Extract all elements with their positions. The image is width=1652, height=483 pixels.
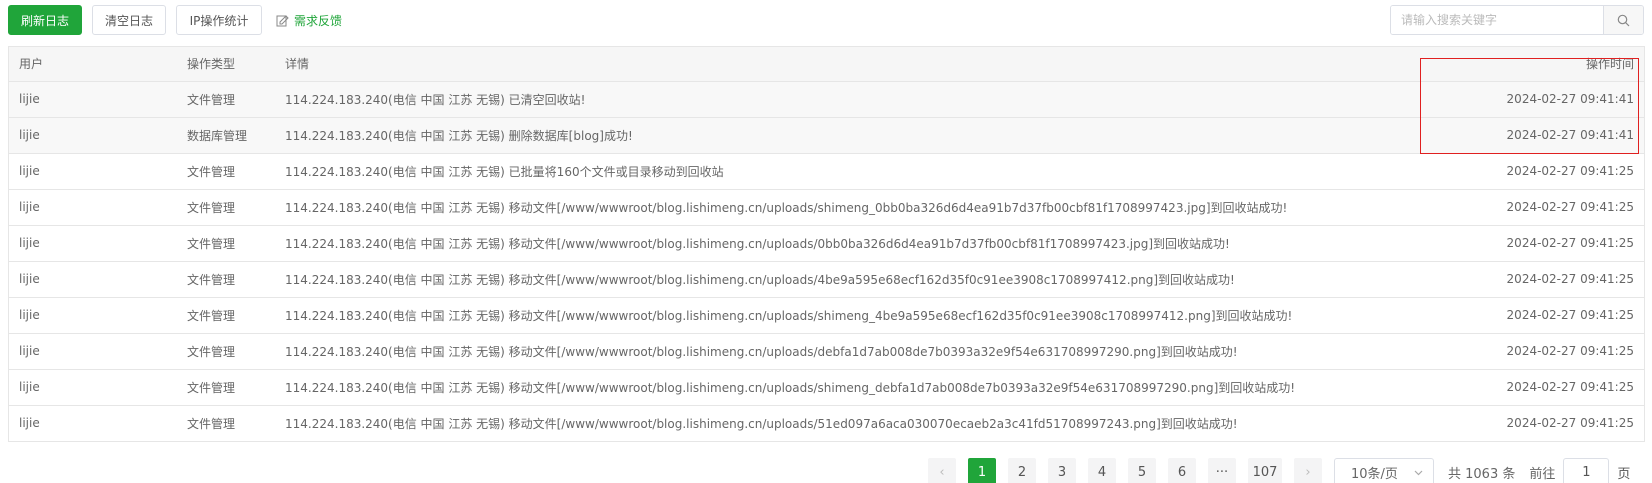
prev-page-button[interactable]: ‹ — [928, 458, 956, 483]
chevron-down-icon — [1414, 470, 1423, 475]
table-header-row: 用户 操作类型 详情 操作时间 — [9, 47, 1644, 82]
cell-type: 文件管理 — [187, 333, 285, 370]
cell-user: lijie — [9, 297, 187, 334]
cell-user: lijie — [9, 153, 187, 190]
cell-user: lijie — [9, 117, 187, 154]
search-icon — [1617, 14, 1630, 26]
cell-user: lijie — [19, 416, 40, 431]
cell-type: 文件管理 — [187, 81, 285, 118]
cell-time: 2024-02-27 09:41:41 — [1444, 81, 1644, 118]
goto-page-input[interactable] — [1563, 458, 1610, 483]
page-button-4[interactable]: 4 — [1088, 458, 1116, 483]
cell-type: 文件管理 — [187, 297, 285, 334]
page-button-2[interactable]: 2 — [1008, 458, 1036, 483]
cell-time: 2024-02-27 09:41:41 — [1444, 117, 1644, 154]
header-type: 操作类型 — [187, 47, 285, 82]
pagination: ‹ 1 2 3 4 5 6 ··· 107 › 10条/页 共 1063 条 前… — [928, 458, 1630, 483]
cell-detail: 114.224.183.240(电信 中国 江苏 无锡) 移动文件[/www/w… — [285, 189, 1444, 226]
cell-type: 文件管理 — [187, 189, 285, 226]
header-detail: 详情 — [285, 47, 1444, 82]
header-user: 用户 — [9, 47, 187, 82]
table-row: lijie 数据库管理 114.224.183.240(电信 中国 江苏 无锡) 删… — [9, 117, 1644, 154]
cell-time: 2024-02-27 09:41:25 — [1506, 416, 1634, 431]
log-table: 用户 操作类型 详情 操作时间 lijie 文件管理 114.224.183.240… — [8, 46, 1645, 442]
cell-detail: 114.224.183.240(电信 中国 江苏 无锡) 移动文件[/www/w… — [285, 261, 1444, 298]
cell-time: 2024-02-27 09:41:25 — [1444, 225, 1644, 262]
cell-detail: 114.224.183.240(电信 中国 江苏 无锡) 移动文件[/www/w… — [285, 297, 1444, 334]
search-input[interactable] — [1391, 6, 1603, 34]
feedback-link[interactable]: 需求反馈 — [276, 5, 342, 35]
cell-type: 文件管理 — [187, 153, 285, 190]
table-row: lijie 文件管理 114.224.183.240(电信 中国 江苏 无锡) 移动… — [9, 189, 1644, 226]
table-row: lijie 文件管理 114.224.183.240(电信 中国 江苏 无锡) 移动… — [9, 333, 1644, 370]
page-button-last[interactable]: 107 — [1248, 458, 1282, 483]
table-row: lijie 文件管理 114.224.183.240(电信 中国 江苏 无锡) 移动… — [9, 369, 1644, 406]
cell-type: 文件管理 — [187, 416, 236, 431]
table-row: lijie 文件管理 114.224.183.240(电信 中国 江苏 无锡) 已批… — [9, 153, 1644, 190]
cell-detail: 114.224.183.240(电信 中国 江苏 无锡) 删除数据库[blog]… — [285, 117, 1444, 154]
table-row: lijie 文件管理 114.224.183.240(电信 中国 江苏 无锡) 移动… — [9, 225, 1644, 262]
cell-detail: 114.224.183.240(电信 中国 江苏 无锡) 移动文件[/www/w… — [285, 369, 1444, 406]
cell-detail: 114.224.183.240(电信 中国 江苏 无锡) 移动文件[/www/w… — [285, 333, 1444, 370]
ip-stats-button[interactable]: IP操作统计 — [176, 5, 262, 35]
page-button-1[interactable]: 1 — [968, 458, 996, 483]
cell-time: 2024-02-27 09:41:25 — [1444, 261, 1644, 298]
table-row: lijie 文件管理 114.224.183.240(电信 中国 江苏 无锡) 移动… — [9, 297, 1644, 334]
page-button-3[interactable]: 3 — [1048, 458, 1076, 483]
cell-type: 数据库管理 — [187, 117, 285, 154]
table-row: lijie 文件管理 114.224.183.240(电信 中国 江苏 无锡) 已清… — [9, 81, 1644, 118]
cell-user: lijie — [9, 225, 187, 262]
total-count: 共 1063 条 — [1448, 466, 1516, 482]
next-page-button[interactable]: › — [1294, 458, 1322, 483]
cell-time: 2024-02-27 09:41:25 — [1444, 189, 1644, 226]
cell-time: 2024-02-27 09:41:25 — [1444, 297, 1644, 334]
cell-user: lijie — [9, 333, 187, 370]
cell-type: 文件管理 — [187, 261, 285, 298]
page-button-5[interactable]: 5 — [1128, 458, 1156, 483]
cell-time: 2024-02-27 09:41:25 — [1444, 369, 1644, 406]
cell-user: lijie — [9, 81, 187, 118]
cell-user: lijie — [9, 189, 187, 226]
cell-user: lijie — [9, 369, 187, 406]
cell-detail: 114.224.183.240(电信 中国 江苏 无锡) 移动文件[/www/w… — [285, 225, 1444, 262]
table-row: lijie 文件管理 114.224.183.240(电信 中国 江苏 无锡) 移动… — [9, 261, 1644, 298]
cell-detail: 114.224.183.240(电信 中国 江苏 无锡) 已清空回收站! — [285, 81, 1444, 118]
cell-type: 文件管理 — [187, 369, 285, 406]
cell-detail: 114.224.183.240(电信 中国 江苏 无锡) 已批量将160个文件或… — [285, 153, 1444, 190]
search-button[interactable] — [1603, 6, 1643, 34]
cell-time: 2024-02-27 09:41:25 — [1444, 153, 1644, 190]
clear-log-button[interactable]: 清空日志 — [92, 5, 166, 35]
page-size-value: 10条/页 — [1351, 466, 1398, 482]
header-time: 操作时间 — [1444, 47, 1644, 82]
toolbar: 刷新日志 清空日志 IP操作统计 需求反馈 — [8, 5, 1644, 35]
page-ellipsis-button[interactable]: ··· — [1208, 458, 1236, 483]
cell-time: 2024-02-27 09:41:25 — [1444, 333, 1644, 370]
cell-type: 文件管理 — [187, 225, 285, 262]
page-size-select[interactable]: 10条/页 — [1334, 458, 1434, 483]
edit-note-icon — [276, 14, 289, 26]
feedback-label: 需求反馈 — [294, 13, 343, 28]
refresh-log-button[interactable]: 刷新日志 — [8, 5, 82, 35]
goto-suffix: 页 — [1617, 466, 1631, 482]
page-button-6[interactable]: 6 — [1168, 458, 1196, 483]
goto-label: 前往 — [1529, 466, 1556, 482]
cell-detail: 114.224.183.240(电信 中国 江苏 无锡) 移动文件[/www/w… — [285, 416, 1238, 431]
cell-user: lijie — [9, 261, 187, 298]
search-box — [1390, 5, 1644, 35]
table-row: lijie 文件管理 114.224.183.240(电信 中国 江苏 无锡) 移动… — [9, 405, 1644, 441]
